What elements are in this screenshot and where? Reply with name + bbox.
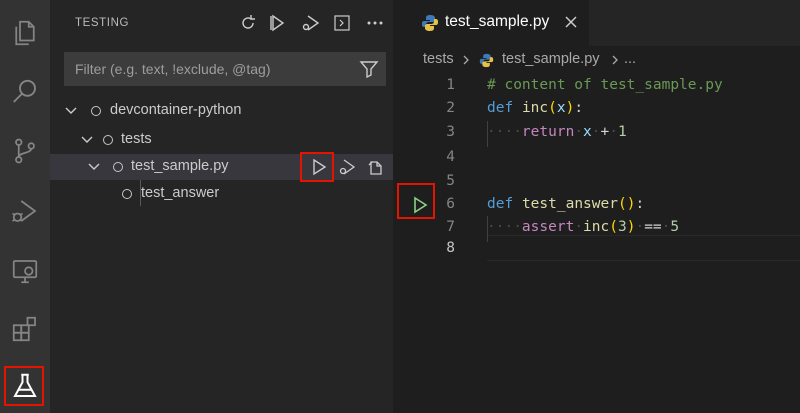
code-line: 3 ····return·x·+·1 <box>393 121 800 147</box>
more-actions-icon[interactable] <box>362 10 388 36</box>
test-status-circle-icon <box>91 106 101 116</box>
chevron-right-icon <box>463 55 469 65</box>
tab-label: test_sample.py <box>445 13 550 30</box>
tree-item-label: test_sample.py <box>131 158 229 174</box>
debug-all-tests-icon[interactable] <box>298 10 324 36</box>
code-text: # content of test_sample.py <box>487 77 723 93</box>
testing-highlight-box <box>4 366 44 406</box>
explorer-icon[interactable] <box>0 8 50 58</box>
code-line: 4 <box>393 146 800 172</box>
tree-item-test-answer[interactable]: test_answer <box>50 181 393 207</box>
test-status-circle-icon <box>113 162 123 172</box>
refresh-tests-icon[interactable] <box>235 10 261 36</box>
chevron-down-icon[interactable] <box>64 104 78 118</box>
python-file-icon <box>422 15 438 31</box>
line-number: 7 <box>446 219 455 235</box>
filter-funnel-icon[interactable] <box>359 59 379 79</box>
code-text: ····return·x·+·1 <box>487 124 627 140</box>
test-status-circle-icon <box>103 135 113 145</box>
indent-guide <box>487 216 488 242</box>
tab-test-sample[interactable]: test_sample.py <box>393 0 589 46</box>
run-test-highlight-box <box>300 152 334 182</box>
tree-item-test-sample[interactable]: test_sample.py <box>50 154 393 180</box>
line-number: 4 <box>446 149 455 165</box>
testing-sidebar: TESTING Filter (e.g. text, !exclude, @ta… <box>50 0 393 413</box>
code-text: ····assert·inc(3)·==·5 <box>487 219 680 235</box>
line-number: 3 <box>446 124 455 140</box>
breadcrumb-file[interactable]: test_sample.py <box>502 51 600 67</box>
filter-placeholder: Filter (e.g. text, !exclude, @tag) <box>75 61 271 77</box>
tree-item-label: test_answer <box>141 185 220 201</box>
python-file-icon <box>479 53 494 68</box>
code-line: 2 def inc(x): <box>393 97 800 123</box>
sidebar-title: TESTING <box>75 17 130 29</box>
code-text: def test_answer(): <box>487 196 645 212</box>
chevron-down-icon[interactable] <box>80 133 94 147</box>
line-number: 1 <box>446 77 455 93</box>
code-line: 8 <box>393 237 800 263</box>
breadcrumb-more[interactable]: ... <box>624 51 636 67</box>
test-filter-input[interactable]: Filter (e.g. text, !exclude, @tag) <box>64 52 386 86</box>
test-status-circle-icon <box>122 189 132 199</box>
run-all-tests-icon[interactable] <box>265 10 291 36</box>
line-number: 8 <box>446 240 455 256</box>
tree-item-tests[interactable]: tests <box>50 127 393 153</box>
sidebar-header: TESTING <box>50 0 393 46</box>
go-to-test-icon[interactable] <box>364 155 388 179</box>
close-icon[interactable] <box>563 14 579 30</box>
chevron-right-icon <box>612 55 618 65</box>
source-control-icon[interactable] <box>0 126 50 176</box>
code-text: def inc(x): <box>487 100 584 116</box>
editor: test_sample.py tests test_sample.py ... … <box>393 0 800 413</box>
breadcrumb: tests test_sample.py ... <box>393 46 800 74</box>
line-number: 2 <box>446 100 455 116</box>
indent-guide <box>487 121 488 147</box>
run-debug-icon[interactable] <box>0 186 50 236</box>
show-output-icon[interactable] <box>329 10 355 36</box>
chevron-down-icon[interactable] <box>87 160 101 174</box>
tree-item-label: tests <box>121 131 152 147</box>
extensions-icon[interactable] <box>0 304 50 354</box>
search-icon[interactable] <box>0 67 50 117</box>
activity-bar <box>0 0 50 413</box>
editor-tabs: test_sample.py <box>393 0 800 46</box>
gutter-run-highlight-box <box>397 183 435 219</box>
tree-item-devcontainer-python[interactable]: devcontainer-python <box>50 98 393 124</box>
debug-test-icon[interactable] <box>335 155 359 179</box>
tree-item-label: devcontainer-python <box>110 102 242 118</box>
remote-explorer-icon[interactable] <box>0 246 50 296</box>
breadcrumb-folder[interactable]: tests <box>423 51 454 67</box>
